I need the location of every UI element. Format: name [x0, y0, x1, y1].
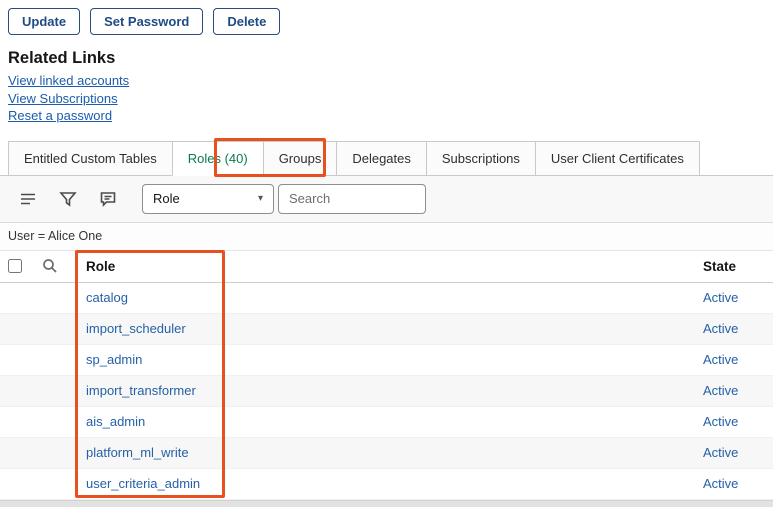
tab-groups[interactable]: Groups — [263, 141, 338, 175]
search-column-select-value: Role — [153, 191, 180, 206]
delete-button[interactable]: Delete — [213, 8, 280, 35]
search-column-select[interactable]: Role ▾ — [142, 184, 274, 214]
state-link[interactable]: Active — [703, 352, 738, 367]
role-link[interactable]: user_criteria_admin — [86, 476, 200, 491]
role-link[interactable]: import_transformer — [86, 383, 196, 398]
role-link[interactable]: ais_admin — [86, 414, 145, 429]
tab-entitled-custom-tables[interactable]: Entitled Custom Tables — [8, 141, 173, 175]
user-record-page: Update Set Password Delete Related Links… — [0, 0, 773, 507]
related-links-heading: Related Links — [8, 49, 773, 68]
role-link[interactable]: import_scheduler — [86, 321, 186, 336]
record-actions-bar: Update Set Password Delete — [0, 0, 773, 35]
table-row: user_criteria_admin Active — [0, 469, 773, 500]
set-password-button[interactable]: Set Password — [90, 8, 203, 35]
table-row: platform_ml_write Active — [0, 438, 773, 469]
list-header-row: Role State — [0, 251, 773, 283]
state-link[interactable]: Active — [703, 414, 738, 429]
state-link[interactable]: Active — [703, 321, 738, 336]
filter-icon[interactable] — [58, 189, 78, 209]
table-row: catalog Active — [0, 283, 773, 314]
tab-roles[interactable]: Roles (40) — [172, 141, 264, 176]
state-link[interactable]: Active — [703, 383, 738, 398]
list-search-input[interactable] — [278, 184, 426, 214]
list-controls-menu-icon[interactable] — [18, 189, 38, 209]
link-view-linked-accounts[interactable]: View linked accounts — [8, 72, 129, 90]
tab-user-client-certificates[interactable]: User Client Certificates — [535, 141, 700, 175]
select-all-checkbox[interactable] — [8, 259, 22, 273]
list-toolbar: Role ▾ — [0, 176, 773, 223]
table-row: import_transformer Active — [0, 376, 773, 407]
search-icon[interactable] — [42, 258, 86, 274]
table-row: ais_admin Active — [0, 407, 773, 438]
state-link[interactable]: Active — [703, 445, 738, 460]
related-links-list: View linked accounts View Subscriptions … — [8, 72, 773, 125]
role-link[interactable]: platform_ml_write — [86, 445, 189, 460]
tab-subscriptions[interactable]: Subscriptions — [426, 141, 536, 175]
role-link[interactable]: catalog — [86, 290, 128, 305]
column-header-state[interactable]: State — [703, 259, 765, 274]
chevron-down-icon: ▾ — [258, 193, 263, 204]
table-row: import_scheduler Active — [0, 314, 773, 345]
table-row: sp_admin Active — [0, 345, 773, 376]
list-filter-breadcrumb[interactable]: User = Alice One — [0, 223, 773, 251]
state-link[interactable]: Active — [703, 290, 738, 305]
update-button[interactable]: Update — [8, 8, 80, 35]
role-link[interactable]: sp_admin — [86, 352, 142, 367]
tab-delegates[interactable]: Delegates — [336, 141, 427, 175]
activity-stream-icon[interactable] — [98, 189, 118, 209]
horizontal-scrollbar-track[interactable] — [0, 500, 773, 507]
column-header-role[interactable]: Role — [86, 259, 703, 274]
link-view-subscriptions[interactable]: View Subscriptions — [8, 90, 118, 108]
link-reset-a-password[interactable]: Reset a password — [8, 107, 112, 125]
related-lists-tab-bar: Entitled Custom Tables Roles (40) Groups… — [0, 141, 773, 176]
list-body: catalog Active import_scheduler Active s… — [0, 283, 773, 500]
state-link[interactable]: Active — [703, 476, 738, 491]
